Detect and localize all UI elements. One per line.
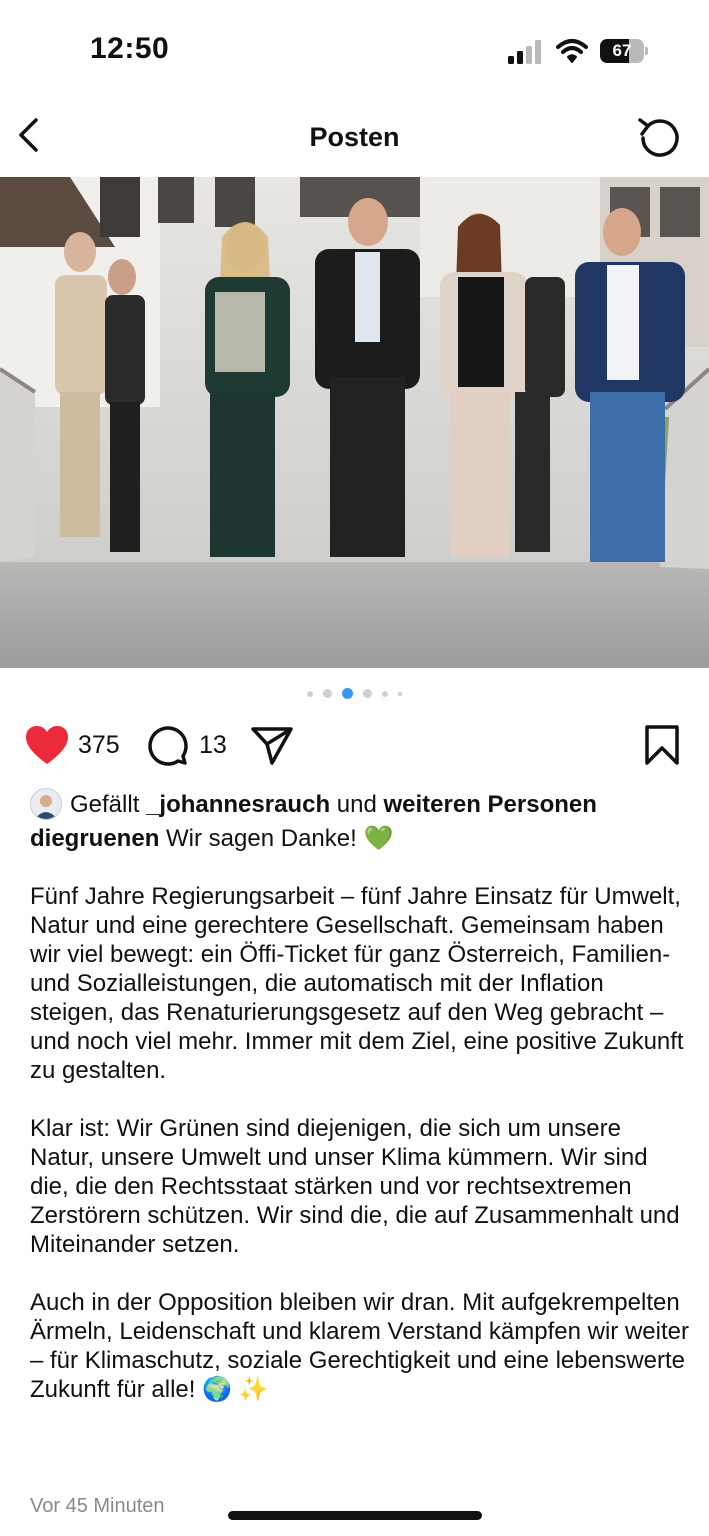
caption-paragraph: Auch in der Opposition bleiben wir dran.… — [30, 1289, 689, 1403]
caption-paragraph: Klar ist: Wir Grünen sind diejenigen, di… — [30, 1115, 680, 1258]
comment-button[interactable] — [147, 724, 189, 766]
post-timestamp: Vor 45 Minuten — [30, 1495, 165, 1517]
carousel-dot — [307, 690, 313, 697]
carousel-dot — [398, 691, 402, 696]
likes-middle: und — [336, 791, 377, 818]
comment-icon — [148, 726, 188, 766]
bookmark-icon — [645, 725, 679, 765]
caption-paragraph: Fünf Jahre Regierungsarbeit – fünf Jahre… — [30, 883, 684, 1084]
home-indicator[interactable] — [228, 1511, 482, 1520]
post-actions: 375 13 — [0, 718, 709, 774]
comment-count[interactable]: 13 — [199, 730, 227, 760]
cellular-signal-icon — [508, 40, 544, 64]
refresh-button[interactable] — [634, 114, 682, 158]
post-caption: diegruenen Wir sagen Danke! 💚 Fünf Jahre… — [30, 824, 690, 1404]
avatar[interactable] — [30, 788, 62, 820]
liked-by[interactable]: Gefällt _johannesrauch und weiteren Pers… — [30, 788, 690, 822]
like-button[interactable] — [24, 724, 70, 766]
navigation-bar: Posten — [0, 100, 709, 176]
carousel-dot-active — [342, 688, 353, 699]
send-icon — [251, 727, 293, 765]
refresh-icon — [638, 118, 679, 157]
save-button[interactable] — [644, 724, 680, 766]
liked-by-username[interactable]: _johannesrauch — [146, 791, 330, 818]
battery-level: 67 — [612, 41, 632, 60]
likes-others[interactable]: weiteren Personen — [384, 791, 597, 818]
carousel-dot — [382, 690, 388, 697]
carousel-dot — [323, 689, 332, 698]
share-button[interactable] — [250, 724, 294, 766]
carousel-dot — [363, 689, 372, 698]
status-time: 12:50 — [90, 32, 170, 65]
like-count[interactable]: 375 — [78, 730, 120, 760]
battery-icon: 67 — [600, 39, 648, 63]
post-image[interactable] — [0, 177, 709, 668]
page-title: Posten — [309, 122, 400, 152]
caption-headline: Wir sagen Danke! 💚 — [166, 825, 394, 852]
carousel-indicator — [0, 688, 709, 702]
post-author[interactable]: diegruenen — [30, 825, 159, 852]
likes-prefix: Gefällt — [70, 791, 140, 818]
status-bar: 12:50 67 — [0, 0, 709, 100]
wifi-icon — [556, 38, 588, 64]
heart-icon — [26, 726, 68, 764]
